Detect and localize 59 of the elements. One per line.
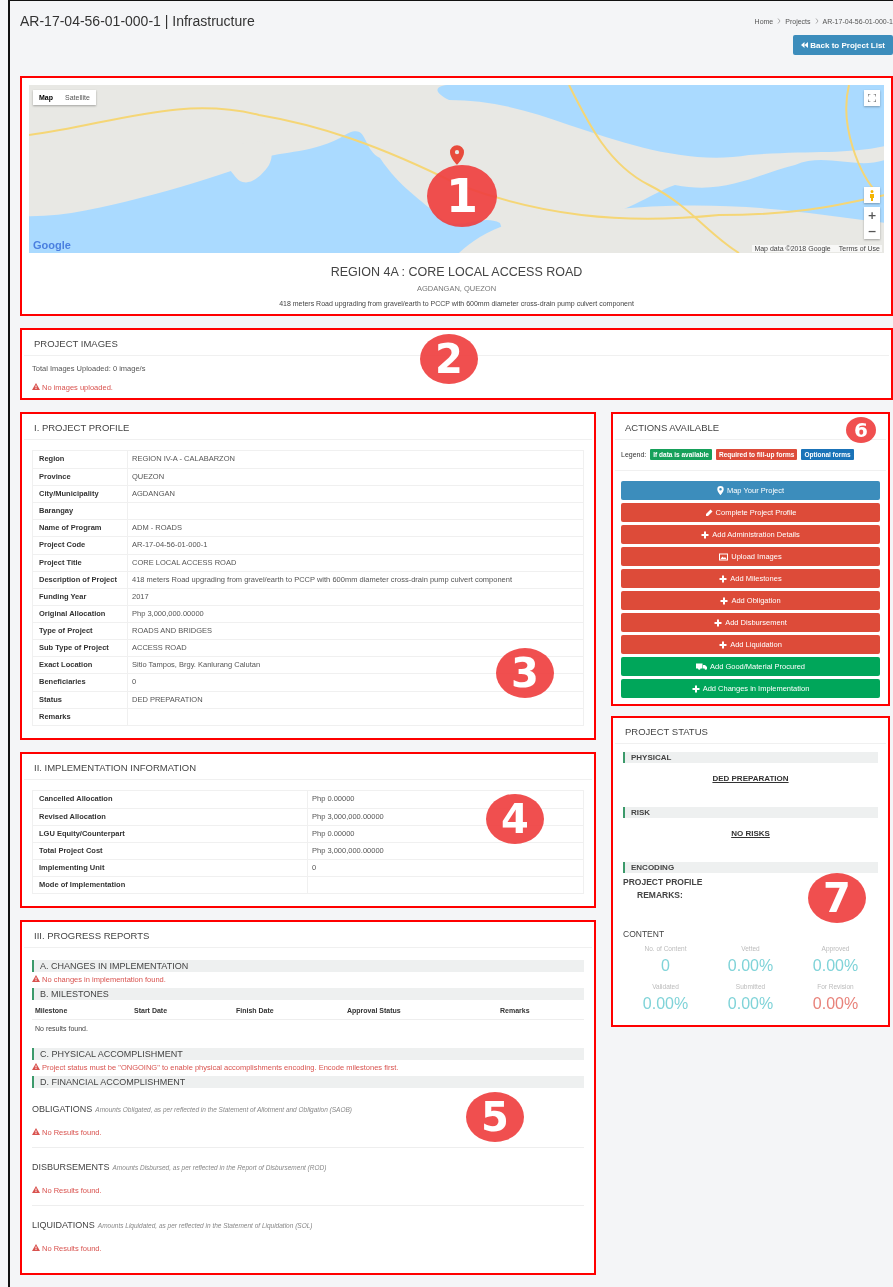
back-button[interactable]: Back to Project List	[793, 35, 893, 55]
double-chevron-left-icon	[801, 42, 809, 48]
status-link[interactable]: DED PREPARATION	[712, 774, 789, 783]
project-title: REGION 4A : CORE LOCAL ACCESS ROAD	[329, 265, 584, 279]
warning-icon	[32, 383, 40, 390]
plus-icon	[720, 596, 729, 605]
section-heading: ENCODING	[623, 862, 878, 873]
stat-value: 0.00%	[641, 995, 690, 1013]
warning-icon	[32, 1128, 40, 1136]
zoom-out-button[interactable]: −	[864, 223, 880, 239]
stat-value: 0.00%	[811, 957, 860, 975]
warning-icon	[32, 1186, 40, 1194]
fullscreen-icon	[868, 94, 876, 102]
warning-icon	[32, 1063, 40, 1071]
page-title: AR-17-04-56-01-000-1 | Infrastructure	[20, 13, 255, 29]
section-heading: C. PHYSICAL ACCOMPLISHMENT	[32, 1048, 584, 1061]
warning-icon	[32, 1244, 40, 1252]
map-marker-icon	[716, 486, 724, 495]
section-heading: RISK	[623, 807, 878, 818]
plus-icon	[719, 574, 728, 583]
remarks-label: REMARKS:	[636, 890, 684, 900]
section-heading: B. MILESTONES	[32, 988, 584, 1001]
group-title: LIQUIDATIONS	[32, 1220, 95, 1231]
encoding-item: PROJECT PROFILE	[623, 877, 704, 887]
callout-number: 6	[846, 417, 876, 443]
chevron-right-icon	[814, 18, 819, 24]
person-icon	[869, 189, 875, 201]
pencil-icon	[704, 508, 713, 517]
truck-icon	[695, 662, 707, 671]
content-heading: CONTENT	[623, 929, 666, 939]
plus-icon	[701, 530, 710, 539]
callout-number: 4	[486, 793, 544, 844]
plus-icon	[714, 618, 723, 627]
pegman-button[interactable]	[864, 187, 880, 203]
plus-icon	[719, 640, 728, 649]
stat-value: 0	[660, 957, 671, 975]
callout-number: 3	[496, 647, 554, 698]
stat-value: 0.00%	[726, 995, 775, 1013]
section-heading: D. FINANCIAL ACCOMPLISHMENT	[32, 1076, 584, 1089]
panel-heading: PROJECT STATUS	[615, 718, 886, 744]
fullscreen-button[interactable]	[864, 90, 880, 106]
zoom-in-button[interactable]: +	[864, 207, 880, 223]
risk-link[interactable]: NO RISKS	[731, 829, 770, 838]
section-heading: PHYSICAL	[623, 752, 878, 763]
group-title: DISBURSEMENTS	[32, 1162, 110, 1173]
panel-heading: III. PROGRESS REPORTS	[24, 922, 592, 949]
chevron-right-icon	[777, 18, 782, 24]
panel-heading: I. PROJECT PROFILE	[24, 414, 592, 440]
plus-icon	[691, 684, 700, 693]
image-icon	[719, 552, 729, 561]
section-heading: A. CHANGES IN IMPLEMENTATION	[32, 960, 584, 973]
map-logo: Google	[33, 239, 71, 251]
callout-number: 7	[808, 873, 866, 923]
panel-heading: II. IMPLEMENTATION INFORMATION	[24, 753, 592, 780]
group-title: OBLIGATIONS	[32, 1104, 93, 1115]
map-pin-icon	[450, 145, 464, 165]
stat-value: 0.00%	[811, 995, 860, 1013]
warning-icon	[32, 975, 40, 983]
stat-value: 0.00%	[726, 957, 775, 975]
